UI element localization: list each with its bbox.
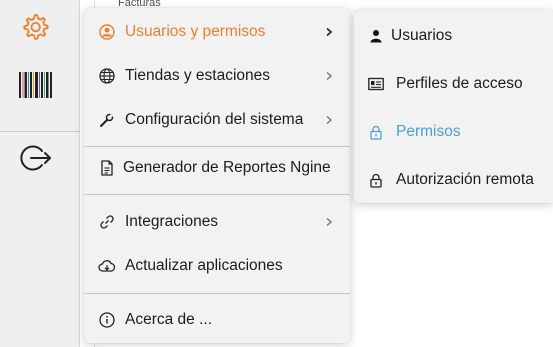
- chevron-right-icon: [326, 217, 333, 227]
- submenu-item-label: Usuarios: [391, 27, 453, 44]
- menu-item-label: Actualizar aplicaciones: [125, 257, 283, 274]
- submenu-item-label: Autorización remota: [396, 171, 534, 188]
- chevron-right-icon: [326, 27, 333, 37]
- barcode-icon[interactable]: [19, 72, 52, 103]
- menu-divider: [84, 194, 350, 195]
- menu-divider: [84, 293, 350, 294]
- menu-item-label: Generador de Reportes Ngine: [123, 159, 331, 176]
- lock-icon: [368, 124, 384, 140]
- user-circle-icon: [98, 23, 116, 41]
- menu-item-label: Usuarios y permisos: [125, 23, 266, 40]
- gear-icon[interactable]: [20, 12, 50, 47]
- rail-divider: [0, 131, 80, 132]
- settings-menu: Usuarios y permisos Tiendas y estaciones…: [84, 8, 350, 343]
- users-permissions-submenu: Usuarios Perfiles de acceso Permisos Aut…: [354, 10, 553, 203]
- menu-item-acerca-de[interactable]: Acerca de ...: [84, 300, 350, 340]
- submenu-item-label: Perfiles de acceso: [396, 75, 523, 92]
- submenu-item-permisos[interactable]: Permisos: [354, 112, 553, 152]
- cloud-download-icon: [98, 257, 116, 275]
- menu-item-configuracion-del-sistema[interactable]: Configuración del sistema: [84, 100, 350, 140]
- submenu-item-autorizacion-remota[interactable]: Autorización remota: [354, 160, 553, 200]
- document-icon: [98, 159, 116, 177]
- menu-item-usuarios-y-permisos[interactable]: Usuarios y permisos: [84, 12, 350, 52]
- menu-item-generador-de-reportes[interactable]: Generador de Reportes Ngine: [84, 148, 350, 188]
- id-card-icon: [368, 76, 384, 92]
- lock-icon: [368, 172, 384, 188]
- chevron-right-icon: [326, 71, 333, 81]
- info-icon: [98, 311, 116, 329]
- submenu-item-perfiles-de-acceso[interactable]: Perfiles de acceso: [354, 64, 553, 104]
- menu-item-label: Tiendas y estaciones: [125, 67, 271, 84]
- menu-item-label: Configuración del sistema: [125, 111, 304, 128]
- wrench-icon: [98, 111, 116, 129]
- globe-icon: [98, 67, 116, 85]
- menu-item-tiendas-y-estaciones[interactable]: Tiendas y estaciones: [84, 56, 350, 96]
- logout-icon[interactable]: [20, 142, 52, 179]
- left-rail: [0, 0, 80, 347]
- menu-divider: [84, 146, 350, 147]
- menu-item-label: Integraciones: [125, 213, 219, 230]
- submenu-item-usuarios[interactable]: Usuarios: [354, 16, 553, 56]
- menu-item-label: Acerca de ...: [125, 311, 213, 328]
- link-icon: [98, 213, 116, 231]
- user-icon: [368, 28, 384, 44]
- chevron-right-icon: [326, 115, 333, 125]
- menu-item-actualizar-aplicaciones[interactable]: Actualizar aplicaciones: [84, 246, 350, 286]
- menu-item-integraciones[interactable]: Integraciones: [84, 202, 350, 242]
- submenu-item-label: Permisos: [396, 123, 461, 140]
